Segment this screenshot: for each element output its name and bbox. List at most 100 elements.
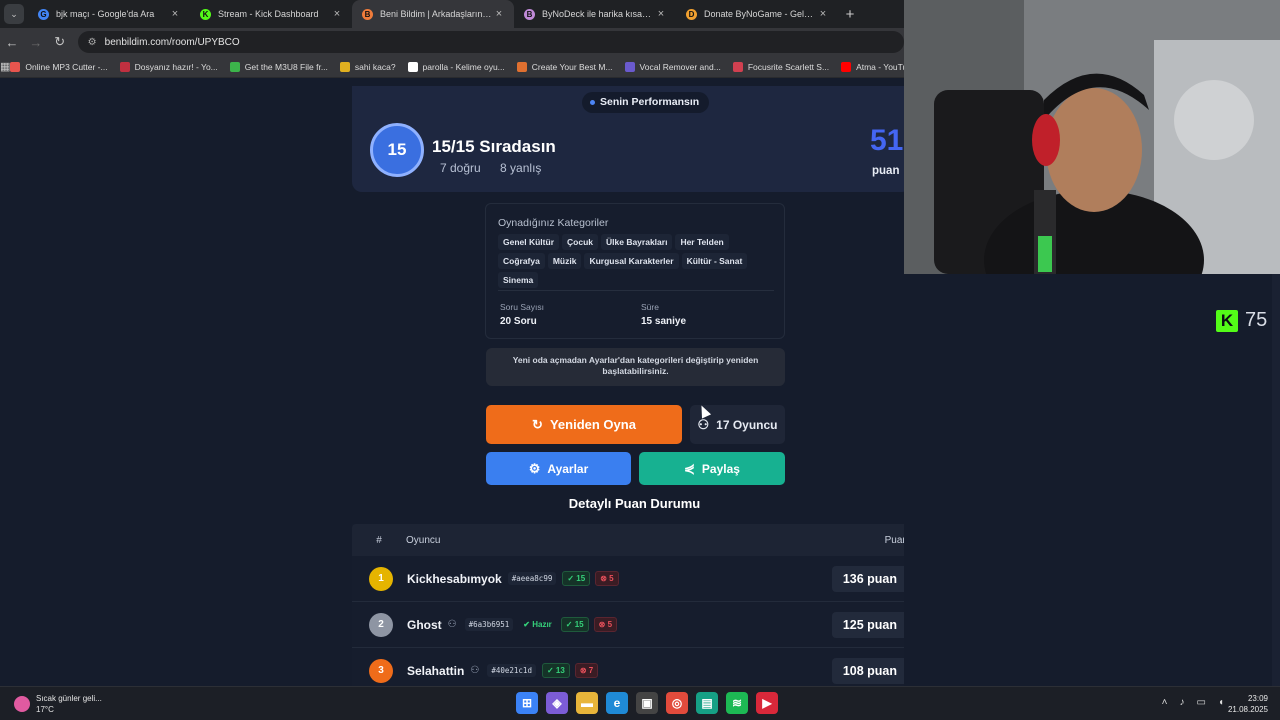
- forward-arrow-icon[interactable]: →: [24, 35, 48, 50]
- kick-viewer-count: K 75: [1216, 309, 1267, 332]
- back-arrow-icon[interactable]: ←: [0, 35, 24, 50]
- category-chip: Sinema: [498, 272, 539, 288]
- bookmark-item[interactable]: Get the M3U8 File fr...: [229, 61, 328, 72]
- close-icon[interactable]: ×: [330, 8, 344, 20]
- tab-title: Beni Bildim | Arkadaşlarınla Onli: [380, 9, 492, 19]
- media-player-icon[interactable]: ▶: [756, 692, 778, 714]
- bookmark-item[interactable]: parolla - Kelime oyu...: [407, 61, 505, 72]
- bookmark-item[interactable]: sahi kaca?: [339, 61, 396, 72]
- bookmark-favicon-icon: [119, 61, 130, 72]
- wrong-value: 5: [607, 620, 613, 629]
- settings-label: Ayarlar: [547, 461, 589, 476]
- rank-medal: 1: [369, 566, 393, 591]
- volume-icon[interactable]: ◖: [1218, 697, 1224, 708]
- bookmark-label: Get the M3U8 File fr...: [244, 61, 328, 72]
- bookmark-item[interactable]: Dosyanız hazır! - Yo...: [119, 61, 218, 72]
- system-tray: ˄ ♪ ▭ ◖: [1150, 697, 1224, 708]
- players-label: 17 Oyuncu: [716, 417, 778, 432]
- wrong-count: 8 yanlış: [500, 161, 542, 175]
- bookmark-item[interactable]: Focusrite Scarlett S...: [732, 61, 830, 72]
- bookmark-item[interactable]: Create Your Best M...: [516, 61, 613, 72]
- kick-logo-icon: K: [1216, 309, 1238, 332]
- wrong-value: 5: [609, 574, 614, 583]
- info-note: Yeni oda açmadan Ayarlar'dan kategoriler…: [486, 348, 785, 386]
- store-icon[interactable]: ▣: [636, 692, 658, 714]
- close-icon[interactable]: ×: [168, 8, 182, 20]
- site-info-icon[interactable]: ⚙: [88, 37, 97, 48]
- duration-value: 15 saniye: [641, 316, 687, 327]
- bookmark-item[interactable]: Atma - YouTube: [841, 61, 904, 72]
- browser-tab[interactable]: B ByNoDeck ile harika kısayollar y×: [514, 0, 676, 28]
- category-chip: Kurgusal Karakterler: [584, 253, 679, 269]
- table-row: 3 Selahattin ⚇ #40e21c1d ✓ 13 ⊗ 7 108 puan: [352, 648, 904, 686]
- ready-label: Hazır: [532, 620, 552, 629]
- stream-background: [904, 274, 1280, 686]
- question-count-label: Soru Sayısı: [500, 302, 544, 312]
- bookmark-favicon-icon: [624, 61, 635, 72]
- share-label: Paylaş: [701, 461, 740, 476]
- wrong-badge: ⊗ 5: [595, 571, 619, 586]
- performance-card: Senin Performansın 15 15/15 Sıradasın 7 …: [352, 86, 904, 192]
- browser-tab[interactable]: B Beni Bildim | Arkadaşlarınla Onli×: [352, 0, 514, 28]
- microphone-icon[interactable]: ♪: [1180, 697, 1185, 708]
- rank-medal: 2: [369, 612, 393, 637]
- copilot-icon[interactable]: ◈: [546, 692, 568, 714]
- chrome-icon[interactable]: ◎: [666, 692, 688, 714]
- bookmark-item[interactable]: Online MP3 Cutter -...: [10, 61, 108, 72]
- bookmark-label: sahi kaca?: [354, 61, 396, 72]
- category-chip: Çocuk: [562, 234, 598, 250]
- correct-value: 13: [555, 666, 565, 675]
- bookmark-favicon-icon: [407, 61, 418, 72]
- bookmarks-bar: ▦ Online MP3 Cutter -... Dosyanız hazır! …: [0, 56, 904, 78]
- system-clock[interactable]: 23:09 21.08.2025: [1228, 693, 1268, 715]
- kick-count: 75: [1245, 309, 1268, 331]
- player-name: Selahattin: [407, 663, 465, 678]
- settings-button[interactable]: ⚙ Ayarlar: [486, 452, 631, 485]
- weather-widget[interactable]: Sıcak günler geli... 17°C: [14, 693, 102, 715]
- table-row: 1 Kickhesabımyok #aeea8c99 ✓ 15 ⊗ 5 136 puan: [352, 556, 904, 602]
- new-tab-button[interactable]: +: [838, 2, 862, 26]
- bookmark-item[interactable]: Vocal Remover and...: [624, 61, 721, 72]
- player-points: 136 puan: [831, 565, 904, 592]
- close-icon[interactable]: ×: [816, 8, 830, 20]
- file-explorer-icon[interactable]: ▬: [576, 692, 598, 714]
- spotify-icon[interactable]: ≋: [726, 692, 748, 714]
- share-button[interactable]: ⋞ Paylaş: [639, 452, 785, 485]
- url-omnibox[interactable]: ⚙ benbildim.com/room/UPYBCO: [77, 31, 904, 53]
- score-value: 51: [870, 124, 904, 157]
- tray-chevron-icon[interactable]: ˄: [1162, 697, 1168, 708]
- browser-tab[interactable]: D Donate ByNoGame - Gelen/Gid×: [676, 0, 838, 28]
- tab-search-chevron-icon[interactable]: ⌄: [4, 4, 24, 24]
- tab-favicon-icon: B: [362, 8, 373, 20]
- correct-count: 7 doğru: [440, 161, 481, 175]
- bookmark-label: Dosyanız hazır! - Yo...: [134, 61, 218, 72]
- category-chip: Müzik: [547, 253, 582, 269]
- close-icon[interactable]: ×: [654, 8, 668, 20]
- browser-tab[interactable]: Gbjk maçı - Google'da Ara ×: [28, 0, 190, 28]
- edge-icon[interactable]: e: [606, 692, 628, 714]
- replay-button[interactable]: ↻ Yeniden Oyna: [486, 405, 682, 444]
- wrong-badge: ⊗ 7: [574, 663, 599, 678]
- scrollbar[interactable]: [1272, 274, 1280, 686]
- clock-date: 21.08.2025: [1227, 705, 1268, 714]
- reload-icon[interactable]: ↻: [48, 34, 72, 50]
- table-row: 2 Ghost ⚇ #6a3b6951 ✔ Hazır ✓ 15 ⊗ 5 125 puan: [352, 602, 904, 648]
- category-chip: Ülke Bayrakları: [601, 234, 673, 250]
- browser-tab[interactable]: K Stream - Kick Dashboard ×: [190, 0, 352, 28]
- score-unit: puan: [872, 165, 900, 177]
- bookmark-label: Atma - YouTube: [856, 61, 904, 72]
- bookmark-label: Online MP3 Cutter -...: [25, 61, 108, 72]
- app-icon[interactable]: ▤: [696, 692, 718, 714]
- close-icon[interactable]: ×: [492, 8, 506, 20]
- webcam-video: [904, 0, 1280, 274]
- browser-tabbar: ⌄ Gbjk maçı - Google'da Ara × K Stream - Ki…: [0, 0, 904, 28]
- apps-grid-icon[interactable]: ▦: [0, 60, 10, 73]
- url-text: benbildim.com/room/UPYBCO: [104, 36, 240, 48]
- windows-start-icon[interactable]: ⊞: [516, 692, 538, 714]
- bookmark-label: Focusrite Scarlett S...: [747, 61, 830, 72]
- leaderboard-title: Detaylı Puan Durumu: [568, 496, 701, 511]
- share-icon: ⋞: [684, 460, 695, 476]
- bookmark-label: Vocal Remover and...: [639, 61, 721, 72]
- network-icon[interactable]: ▭: [1197, 697, 1206, 708]
- correct-badge: ✓ 15: [560, 617, 589, 632]
